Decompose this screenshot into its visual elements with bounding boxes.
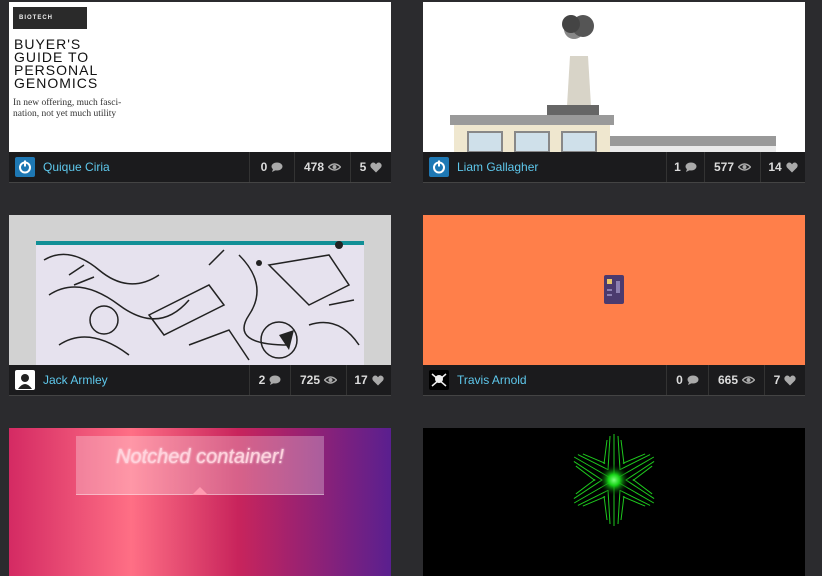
avatar (15, 370, 35, 390)
credit-card-icon (604, 275, 624, 304)
sketch-illustration (36, 241, 364, 365)
views-count: 478 (294, 152, 350, 182)
eye-icon (324, 376, 338, 384)
eye-icon (738, 163, 752, 171)
green-star-illustration (573, 434, 655, 526)
comments-count[interactable]: 0 (249, 152, 294, 182)
pen-meta-bar: Quique Ciria 0 478 5 (9, 152, 391, 183)
comment-icon (687, 375, 699, 385)
notch (192, 487, 208, 495)
comments-count[interactable]: 0 (666, 365, 708, 395)
author-name: Travis Arnold (457, 373, 527, 387)
thumb-title: BUYER'S GUIDE TO PERSONAL GENOMICS (14, 36, 99, 91)
likes-count[interactable]: 17 (346, 365, 391, 395)
likes-count[interactable]: 5 (350, 152, 391, 182)
factory-illustration (450, 15, 776, 152)
avatar (429, 370, 449, 390)
heart-icon (784, 375, 796, 385)
notched-container-text: Notched container! (116, 446, 284, 468)
author-link[interactable]: Travis Arnold (423, 370, 666, 390)
avatar (15, 157, 35, 177)
thumb-subtitle: In new offering, much fasci-nation, not … (13, 98, 122, 119)
pen-thumbnail[interactable]: BIOTECH BUYER'S GUIDE TO PERSONAL GENOMI… (9, 2, 391, 152)
author-link[interactable]: Jack Armley (9, 370, 249, 390)
heart-icon (370, 162, 382, 172)
pen-meta-bar: Jack Armley 2 725 17 (9, 365, 391, 396)
thumb-tag: BIOTECH (13, 7, 87, 29)
pen-meta-bar: Liam Gallagher 1 577 14 (423, 152, 805, 183)
author-name: Quique Ciria (43, 160, 110, 174)
heart-icon (786, 162, 798, 172)
eye-icon (742, 376, 756, 384)
pen-thumbnail[interactable] (423, 428, 805, 576)
likes-count[interactable]: 7 (764, 365, 805, 395)
pen-thumbnail[interactable] (423, 2, 805, 152)
pen-thumbnail[interactable] (423, 215, 805, 365)
portrait-icon (18, 374, 32, 389)
comment-icon (269, 375, 281, 385)
author-name: Jack Armley (43, 373, 108, 387)
comment-icon (685, 162, 697, 172)
pen-meta-bar: Travis Arnold 0 665 7 (423, 365, 805, 396)
author-name: Liam Gallagher (457, 160, 539, 174)
views-count: 725 (290, 365, 346, 395)
heart-icon (372, 375, 384, 385)
pen-thumbnail[interactable] (9, 215, 391, 365)
eye-icon (328, 163, 342, 171)
likes-count[interactable]: 14 (760, 152, 805, 182)
power-icon (19, 160, 31, 174)
author-link[interactable]: Liam Gallagher (423, 157, 666, 177)
comments-count[interactable]: 1 (666, 152, 704, 182)
views-count: 665 (708, 365, 764, 395)
author-link[interactable]: Quique Ciria (9, 157, 249, 177)
power-icon (433, 160, 445, 174)
comment-icon (271, 162, 283, 172)
avatar (429, 157, 449, 177)
views-count: 577 (704, 152, 760, 182)
skull-icon (431, 373, 447, 387)
comments-count[interactable]: 2 (249, 365, 290, 395)
pen-thumbnail[interactable]: Notched container! (9, 428, 391, 576)
